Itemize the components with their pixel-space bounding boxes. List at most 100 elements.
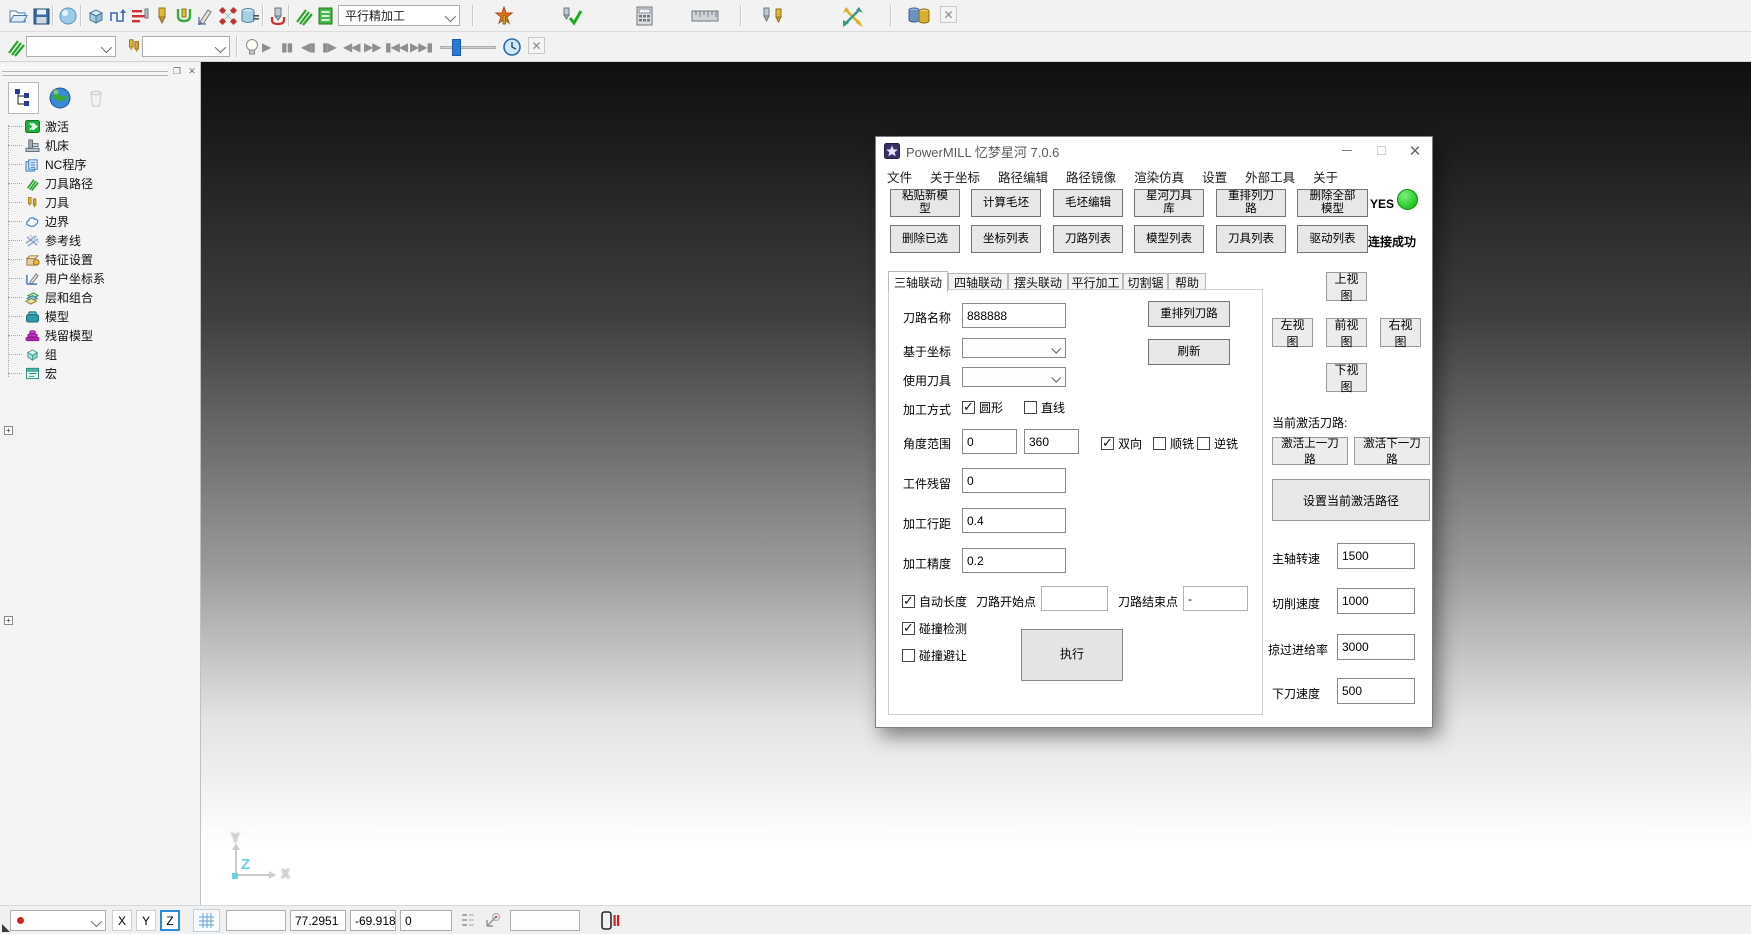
collision-avoid-checkbox[interactable]: 碰撞避让 <box>902 647 967 664</box>
tree-item-models[interactable]: 模型 <box>0 307 198 326</box>
coord-z-value[interactable]: 0 <box>400 910 452 931</box>
tree-item-tools[interactable]: 刀具 <box>0 193 198 212</box>
toolpath-list-icon[interactable] <box>314 4 338 28</box>
toolbar2-close-icon[interactable]: ✕ <box>528 37 545 54</box>
collision-check-checkbox[interactable]: 碰撞检测 <box>902 620 967 637</box>
axis-z-button[interactable]: Z <box>160 910 180 931</box>
drive-list-button[interactable]: 驱动列表 <box>1297 225 1368 253</box>
menu-file[interactable]: 文件 <box>878 165 921 188</box>
panel-grip[interactable] <box>2 72 168 76</box>
sim-speed-slider[interactable] <box>440 46 496 49</box>
go-end-icon[interactable]: ▶▶▮ <box>410 35 432 59</box>
spindle-speed-input[interactable] <box>1337 543 1415 569</box>
stepover-input[interactable] <box>962 508 1066 533</box>
tree-item-feature-set[interactable]: 特征设置 <box>0 250 198 269</box>
use-tool-combo[interactable] <box>962 367 1066 387</box>
skim-feed-input[interactable] <box>1337 634 1415 660</box>
minimize-icon[interactable] <box>1330 137 1364 164</box>
block-list-icon[interactable] <box>238 4 262 28</box>
tab-explorer-tree[interactable] <box>8 82 39 114</box>
climb-mill-checkbox[interactable]: 顺铣 <box>1153 435 1194 452</box>
edit-pencil-icon[interactable] <box>194 4 218 28</box>
view-left-button[interactable]: 左视图 <box>1272 318 1313 347</box>
workplane-combo[interactable] <box>10 910 106 931</box>
transform-axe-icon[interactable] <box>492 4 516 28</box>
rearrange-button[interactable]: 重排列刀路 <box>1148 301 1230 327</box>
mode-line-checkbox[interactable]: 直线 <box>1024 399 1065 416</box>
tab-trash[interactable] <box>80 82 111 114</box>
tool-holder-icon[interactable] <box>172 4 196 28</box>
stock-allowance-input[interactable] <box>962 468 1066 493</box>
tree-item-activate[interactable]: 激活 <box>0 117 198 136</box>
rearrange-toolpaths-button[interactable]: 重排列刀路 <box>1216 189 1286 217</box>
ruler-icon[interactable] <box>690 4 720 28</box>
toolpath-list-button[interactable]: 刀路列表 <box>1053 225 1123 253</box>
delete-all-models-button[interactable]: 删除全部模型 <box>1297 189 1368 217</box>
tab-3axis[interactable]: 三轴联动 <box>888 271 948 292</box>
tolerance-field[interactable] <box>510 910 580 931</box>
conventional-mill-checkbox[interactable]: 逆铣 <box>1197 435 1238 452</box>
dialog-titlebar[interactable]: PowerMILL 忆梦星河 7.0.6 ✕ <box>876 137 1432 165</box>
refresh-button[interactable]: 刷新 <box>1148 339 1230 365</box>
grid-snap-icon[interactable] <box>193 909 220 932</box>
panel-close-icon[interactable]: ✕ <box>185 64 199 77</box>
toolbar1-close-icon[interactable]: ✕ <box>940 6 957 23</box>
maximize-icon[interactable] <box>1364 137 1398 164</box>
menu-about[interactable]: 关于 <box>1304 165 1347 188</box>
activate-next-toolpath-button[interactable]: 激活下一刀路 <box>1354 437 1430 465</box>
toolpath-name-input[interactable] <box>962 303 1066 328</box>
coord-list-button[interactable]: 坐标列表 <box>971 225 1041 253</box>
shaded-ball-icon[interactable] <box>56 4 80 28</box>
create-tool-icon[interactable] <box>150 4 174 28</box>
angle-from-input[interactable] <box>962 429 1017 454</box>
menu-render-sim[interactable]: 渲染仿真 <box>1125 165 1193 188</box>
coord-x-value[interactable]: 77.2951 <box>290 910 346 931</box>
tree-item-nc-program[interactable]: NC程序 <box>0 155 198 174</box>
axis-compass-icon[interactable] <box>484 911 502 929</box>
start-point-input[interactable] <box>1041 586 1108 611</box>
menu-path-mirror[interactable]: 路径镜像 <box>1057 165 1125 188</box>
delete-selected-button[interactable]: 删除已选 <box>890 225 960 253</box>
based-coord-combo[interactable] <box>962 338 1066 358</box>
menu-path-edit[interactable]: 路径编辑 <box>989 165 1057 188</box>
panel-restore-icon[interactable]: ❐ <box>170 64 184 77</box>
tool-check-icon[interactable] <box>560 4 584 28</box>
toolpath-spring-icon[interactable] <box>292 4 316 28</box>
end-point-input[interactable] <box>1183 586 1248 611</box>
coord-y-value[interactable]: -69.918 <box>350 910 396 931</box>
grid-size-field[interactable] <box>226 910 286 931</box>
view-front-button[interactable]: 前视图 <box>1326 318 1367 347</box>
tree-item-boundary[interactable]: 边界 <box>0 212 198 231</box>
angle-to-input[interactable] <box>1024 429 1079 454</box>
z-levels-icon[interactable] <box>128 4 152 28</box>
tree-item-macros[interactable]: +宏 <box>0 364 198 383</box>
play-icon[interactable]: ▶ <box>262 35 270 59</box>
tool-library-button[interactable]: 星河刀具库 <box>1134 189 1204 217</box>
create-points-icon[interactable] <box>216 4 240 28</box>
expand-icon[interactable]: + <box>4 426 13 435</box>
execute-button[interactable]: 执行 <box>1021 629 1123 681</box>
fast-forward-icon[interactable]: ▶▶ <box>364 35 380 59</box>
tree-item-machine[interactable]: 机床 <box>0 136 198 155</box>
close-icon[interactable]: ✕ <box>1398 137 1432 164</box>
sim-toolpath-combo[interactable] <box>26 36 116 57</box>
view-bottom-button[interactable]: 下视图 <box>1326 363 1367 392</box>
calculator-icon[interactable] <box>632 4 656 28</box>
set-active-path-button[interactable]: 设置当前激活路径 <box>1272 479 1430 521</box>
paste-new-model-button[interactable]: 粘贴新模型 <box>890 189 960 217</box>
auto-length-checkbox[interactable]: 自动长度 <box>902 593 967 610</box>
create-block-icon[interactable] <box>84 4 108 28</box>
tool-red-icon[interactable] <box>266 4 290 28</box>
clock-icon[interactable] <box>500 35 524 59</box>
view-top-button[interactable]: 上视图 <box>1326 272 1367 301</box>
coord-list-icon[interactable] <box>460 912 476 928</box>
tree-item-groups[interactable]: 组 <box>0 345 198 364</box>
compare-cubes-icon[interactable] <box>905 4 933 28</box>
mode-circle-checkbox[interactable]: 圆形 <box>962 399 1003 416</box>
axis-x-button[interactable]: X <box>112 910 132 931</box>
tree-item-workplanes[interactable]: +用户坐标系 <box>0 269 198 288</box>
tool-pair-icon[interactable] <box>760 4 788 28</box>
sim-speed-slider-thumb[interactable] <box>452 39 461 56</box>
tree-item-levels[interactable]: 层和组合 <box>0 288 198 307</box>
open-file-icon[interactable] <box>6 4 30 28</box>
